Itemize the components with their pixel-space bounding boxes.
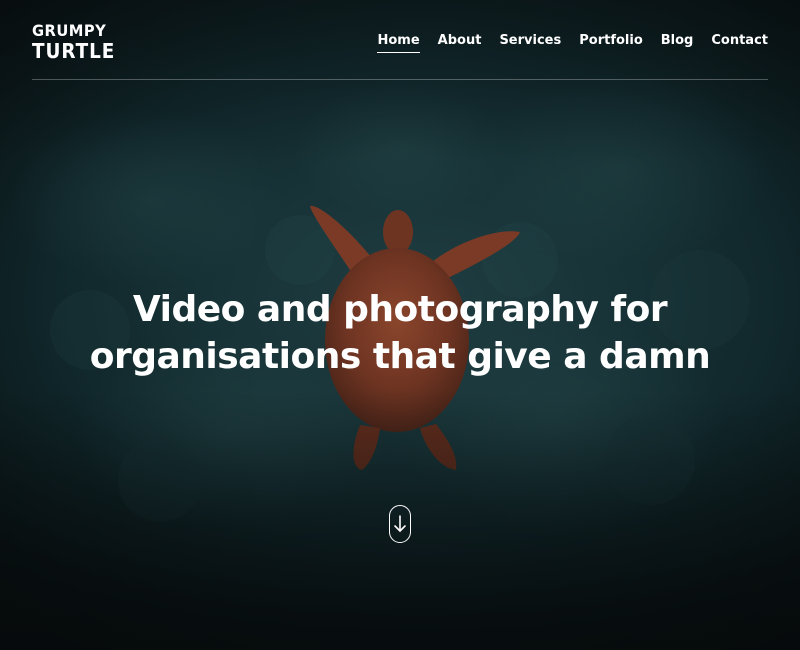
- main-nav: Home About Services Portfolio Blog Conta…: [377, 33, 768, 53]
- site-header: GRUMPY TURTLE Home About Services Portfo…: [32, 0, 768, 80]
- hero-headline: Video and photography for organisations …: [60, 286, 740, 380]
- grumpy-turtle-logo[interactable]: GRUMPY TURTLE: [32, 21, 116, 63]
- nav-services[interactable]: Services: [499, 33, 561, 53]
- logo-line-2: TURTLE: [32, 39, 116, 63]
- arrow-down-icon: [394, 515, 406, 532]
- hero-headline-line-1: Video and photography for: [132, 289, 668, 330]
- scroll-down-button[interactable]: [389, 505, 411, 543]
- nav-blog[interactable]: Blog: [661, 33, 694, 53]
- nav-home[interactable]: Home: [377, 33, 420, 53]
- hero-section: GRUMPY TURTLE Home About Services Portfo…: [0, 0, 800, 650]
- nav-contact[interactable]: Contact: [711, 33, 768, 53]
- hero-headline-line-2: organisations that give a damn: [89, 336, 711, 377]
- nav-about[interactable]: About: [438, 33, 482, 53]
- logo-line-1: GRUMPY: [32, 21, 107, 40]
- nav-portfolio[interactable]: Portfolio: [579, 33, 643, 53]
